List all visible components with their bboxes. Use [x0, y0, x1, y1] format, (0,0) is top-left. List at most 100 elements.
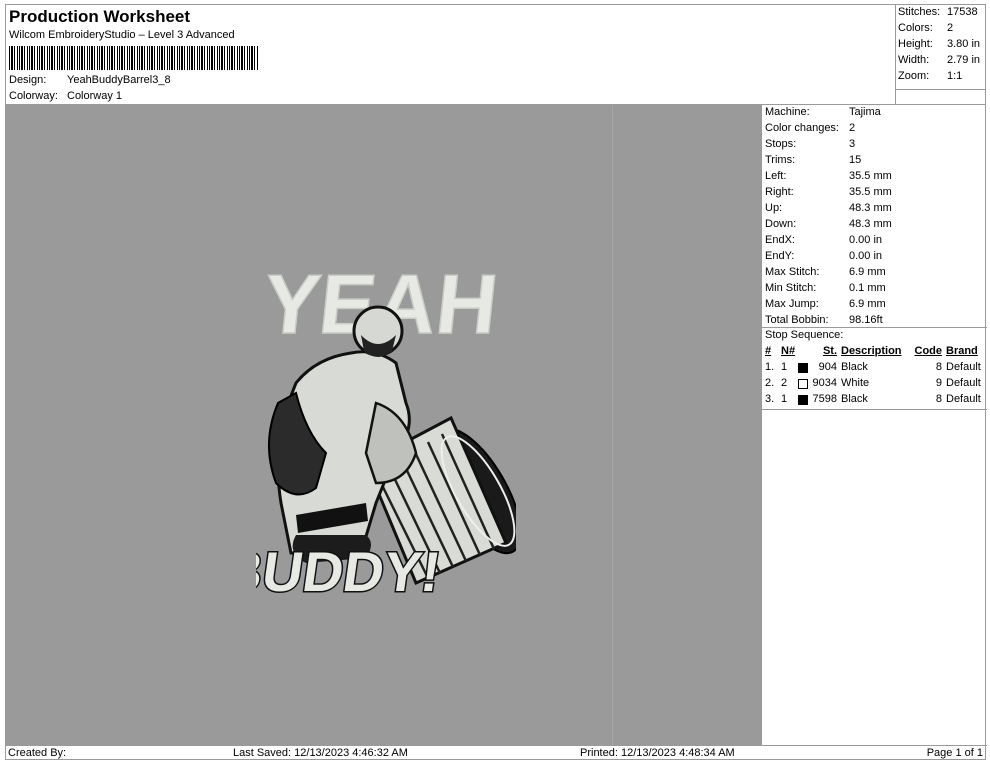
- info-color-changes: Color changes: 2: [765, 122, 855, 134]
- machine-info-panel: Machine: Tajima Color changes: 2 Stops: 3 T…: [762, 105, 987, 745]
- row-needle: 1: [781, 361, 788, 373]
- col-code: Code: [914, 345, 943, 357]
- stat-label: Zoom:: [898, 70, 930, 82]
- stat-colors: Colors: 2: [898, 22, 953, 34]
- info-value: 6.9 mm: [849, 298, 886, 310]
- stat-width: Width: 2.79 in: [898, 54, 980, 66]
- worksheet-footer: Created By: Last Saved: 12/13/2023 4:46:…: [6, 745, 987, 761]
- production-worksheet: Production Worksheet Wilcom EmbroiderySt…: [5, 4, 987, 761]
- stat-stitches: Stitches: 17538: [898, 6, 978, 18]
- design-label: Design:: [9, 74, 47, 86]
- info-value: 0.1 mm: [849, 282, 886, 294]
- stat-value: 17538: [947, 6, 978, 18]
- table-row: 3. 1 7598 Black 8 Default: [765, 393, 987, 408]
- info-value: 35.5 mm: [849, 170, 892, 182]
- info-value: 15: [849, 154, 862, 166]
- col-brand: Brand: [946, 345, 978, 357]
- row-brand: Default: [946, 393, 981, 405]
- page-number: Page 1 of 1: [926, 747, 983, 759]
- col-description: Description: [841, 345, 902, 357]
- info-machine: Machine: Tajima: [765, 106, 881, 118]
- row-description: Black: [841, 393, 868, 405]
- table-row: 2. 2 9034 White 9 Default: [765, 377, 987, 392]
- row-needle: 1: [781, 393, 788, 405]
- stop-sequence-title: Stop Sequence:: [765, 329, 844, 341]
- row-brand: Default: [946, 361, 981, 373]
- info-stops: Stops: 3: [765, 138, 855, 150]
- colorway-label: Colorway:: [9, 90, 58, 102]
- colorway-name: Colorway 1: [67, 90, 123, 102]
- info-value: 35.5 mm: [849, 186, 892, 198]
- info-value: 0.00 in: [849, 250, 883, 262]
- last-saved: Last Saved: 12/13/2023 4:46:32 AM: [233, 747, 408, 759]
- info-label: Trims:: [765, 154, 796, 166]
- colorway-row: Colorway: Colorway 1: [9, 90, 122, 102]
- info-label: Total Bobbin:: [765, 314, 829, 326]
- row-code: 8: [935, 393, 942, 405]
- info-value: 3: [849, 138, 856, 150]
- stat-label: Colors:: [898, 22, 933, 34]
- info-label: Down:: [765, 218, 797, 230]
- info-label: Min Stitch:: [765, 282, 817, 294]
- row-needle: 2: [781, 377, 788, 389]
- row-num: 3.: [765, 393, 775, 405]
- embroidery-design: YEAH BUDDY!: [256, 256, 516, 603]
- info-max-stitch: Max Stitch: 6.9 mm: [765, 266, 886, 278]
- info-value: 2: [849, 122, 856, 134]
- stat-label: Stitches:: [898, 6, 941, 18]
- row-description: White: [841, 377, 870, 389]
- row-brand: Default: [946, 377, 981, 389]
- stat-value: 2: [947, 22, 954, 34]
- row-stitches: 904: [818, 361, 837, 373]
- design-name: YeahBuddyBarrel3_8: [67, 74, 171, 86]
- row-code: 9: [935, 377, 942, 389]
- row-num: 2.: [765, 377, 775, 389]
- row-code: 8: [935, 361, 942, 373]
- col-needle: N#: [781, 345, 796, 357]
- design-row: Design: YeahBuddyBarrel3_8: [9, 74, 171, 86]
- info-total-bobbin: Total Bobbin: 98.16ft: [765, 314, 883, 326]
- stop-sequence-header: # N# St. Description Code Brand: [765, 345, 987, 360]
- info-up: Up: 48.3 mm: [765, 202, 892, 214]
- stat-value: 2.79 in: [947, 54, 981, 66]
- info-label: Color changes:: [765, 122, 839, 134]
- section-divider: [762, 327, 987, 328]
- color-swatch: [798, 379, 808, 389]
- info-label: Up:: [765, 202, 783, 214]
- software-name: Wilcom EmbroideryStudio – Level 3 Advanc…: [9, 29, 235, 41]
- info-label: Machine:: [765, 106, 810, 118]
- info-value: 6.9 mm: [849, 266, 886, 278]
- preview-guide-line: [612, 105, 613, 745]
- info-label: EndY:: [765, 250, 795, 262]
- stat-height: Height: 3.80 in: [898, 38, 980, 50]
- info-label: Max Stitch:: [765, 266, 820, 278]
- table-row: 1. 1 904 Black 8 Default: [765, 361, 987, 376]
- info-right: Right: 35.5 mm: [765, 186, 892, 198]
- info-trims: Trims: 15: [765, 154, 861, 166]
- info-value: 98.16ft: [849, 314, 883, 326]
- info-label: Left:: [765, 170, 787, 182]
- barcode: [9, 46, 259, 70]
- info-value: 0.00 in: [849, 234, 883, 246]
- row-description: Black: [841, 361, 868, 373]
- info-min-stitch: Min Stitch: 0.1 mm: [765, 282, 886, 294]
- buddy-text: BUDDY!: [256, 540, 444, 603]
- info-value: 48.3 mm: [849, 218, 892, 230]
- page-title: Production Worksheet: [9, 7, 191, 26]
- col-num: #: [765, 345, 772, 357]
- design-preview: YEAH BUDDY!: [6, 105, 762, 745]
- info-value: 48.3 mm: [849, 202, 892, 214]
- info-label: Right:: [765, 186, 794, 198]
- info-label: Max Jump:: [765, 298, 819, 310]
- info-value: Tajima: [849, 106, 881, 118]
- color-swatch: [798, 363, 808, 373]
- row-stitches: 7598: [812, 393, 837, 405]
- color-swatch: [798, 395, 808, 405]
- info-left: Left: 35.5 mm: [765, 170, 892, 182]
- stat-value: 1:1: [947, 70, 963, 82]
- table-end-divider: [762, 409, 987, 410]
- stat-label: Width:: [898, 54, 930, 66]
- info-down: Down: 48.3 mm: [765, 218, 892, 230]
- stat-label: Height:: [898, 38, 933, 50]
- info-endx: EndX: 0.00 in: [765, 234, 882, 246]
